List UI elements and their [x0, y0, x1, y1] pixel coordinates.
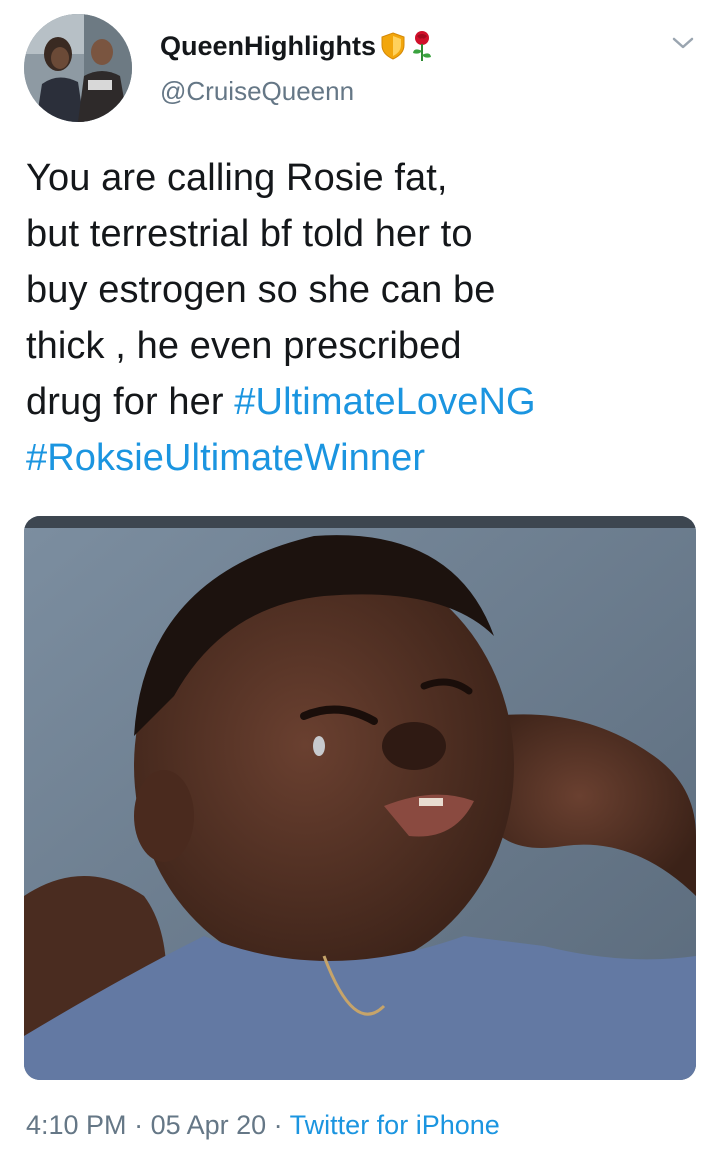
hashtag-link[interactable]: #UltimateLoveNG — [234, 381, 535, 423]
author-handle[interactable]: @CruiseQueenn — [160, 76, 354, 107]
tweet-date[interactable]: 05 Apr 20 — [151, 1110, 267, 1140]
tweet-text-line: buy estrogen so she can be — [26, 269, 496, 311]
rose-icon — [410, 29, 434, 63]
tweet-text: You are calling Rosie fat, but terrestri… — [26, 150, 686, 486]
tweet-text-segment: drug for her — [26, 381, 235, 423]
tweet-metadata: 4:10 PM · 05 Apr 20 · Twitter for iPhone — [26, 1110, 500, 1141]
tweet-text-line: drug for her #UltimateLoveNG — [26, 374, 686, 430]
meta-separator: · — [126, 1110, 151, 1140]
tweet-card[interactable]: QueenHighlights @CruiseQueenn You are ca… — [0, 0, 720, 1160]
author-name-row: QueenHighlights — [160, 26, 434, 66]
tweet-source-link[interactable]: Twitter for iPhone — [290, 1110, 500, 1140]
tweet-time[interactable]: 4:10 PM — [26, 1110, 127, 1140]
display-name[interactable]: QueenHighlights — [160, 31, 376, 62]
tweet-text-line: #RoksieUltimateWinner — [26, 430, 686, 486]
hashtag-link[interactable]: #RoksieUltimateWinner — [26, 437, 425, 479]
chevron-down-icon[interactable] — [668, 32, 698, 54]
tweet-text-line: thick , he even prescribed — [26, 325, 462, 367]
tweet-media-image[interactable] — [24, 516, 696, 1080]
avatar[interactable] — [24, 14, 132, 122]
meta-separator: · — [266, 1110, 290, 1140]
shield-icon — [380, 32, 406, 60]
tweet-text-line: but terrestrial bf told her to — [26, 213, 473, 255]
tweet-text-line: You are calling Rosie fat, — [26, 157, 448, 199]
